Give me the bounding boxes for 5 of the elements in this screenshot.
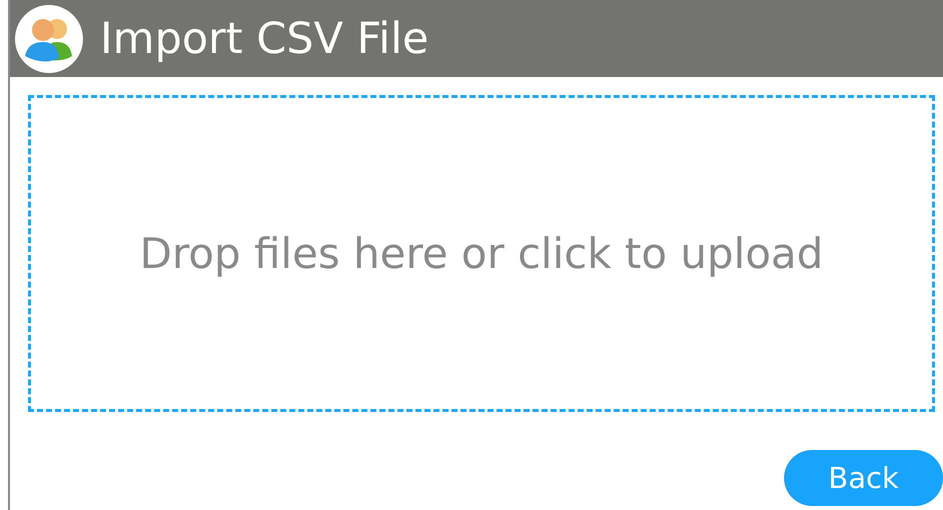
drop-zone-text: Drop files here or click to upload	[140, 229, 824, 278]
users-icon	[14, 4, 84, 74]
back-button[interactable]: Back	[784, 450, 943, 506]
window-title: Import CSV File	[100, 14, 429, 64]
file-drop-zone[interactable]: Drop files here or click to upload	[28, 95, 935, 412]
